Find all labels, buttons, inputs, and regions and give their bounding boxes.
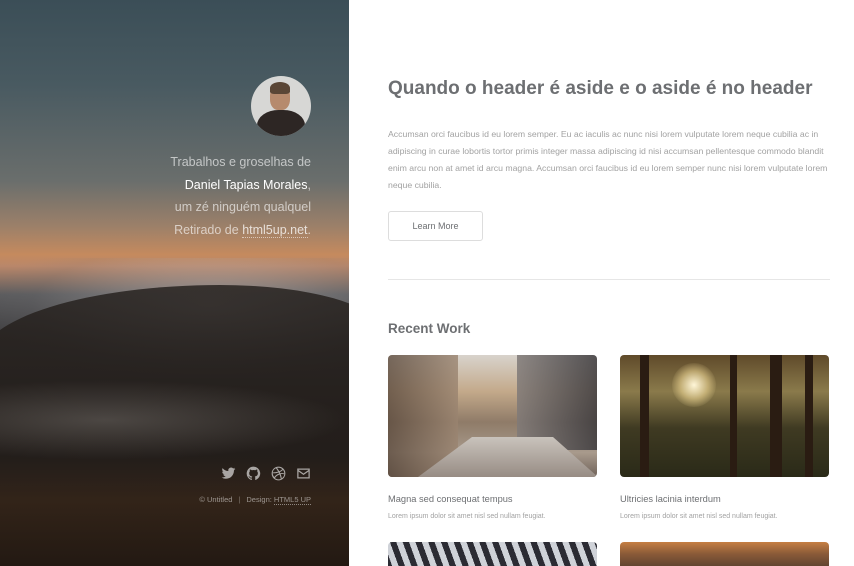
work-thumbnail-warm[interactable] bbox=[620, 542, 829, 566]
twitter-icon[interactable] bbox=[221, 466, 236, 481]
credit-prefix: Design: bbox=[246, 495, 274, 504]
thumb-trunk bbox=[805, 355, 813, 477]
work-thumbnail-city-street[interactable] bbox=[388, 355, 597, 477]
social-icons bbox=[221, 466, 311, 481]
copyright-separator: | bbox=[238, 495, 241, 504]
recent-work-title: Recent Work bbox=[388, 321, 471, 336]
page-title: Quando o header é aside e o aside é no h… bbox=[388, 78, 813, 99]
intro-line-4: Retirado de html5up.net. bbox=[11, 219, 311, 242]
envelope-icon[interactable] bbox=[296, 466, 311, 481]
learn-more-button[interactable]: Learn More bbox=[388, 211, 483, 241]
header-aside: Trabalhos e groselhas de Daniel Tapias M… bbox=[0, 0, 349, 566]
background-fog bbox=[0, 380, 349, 460]
thumb-sun bbox=[672, 363, 716, 407]
thumb-building-right bbox=[517, 355, 597, 450]
thumb-trunk bbox=[640, 355, 649, 477]
copyright: © Untitled | Design: HTML5 UP bbox=[199, 495, 311, 505]
work-description: Lorem ipsum dolor sit amet nisl sed null… bbox=[620, 513, 778, 520]
work-title[interactable]: Magna sed consequat tempus bbox=[388, 494, 513, 504]
work-thumbnail-architecture[interactable] bbox=[388, 542, 597, 566]
thumb-trunk bbox=[730, 355, 737, 477]
avatar-shoulders bbox=[257, 110, 305, 136]
html5up-link[interactable]: html5up.net bbox=[242, 222, 308, 238]
github-icon[interactable] bbox=[246, 466, 261, 481]
intro-line-4-prefix: Retirado de bbox=[174, 222, 243, 237]
intro-text: Trabalhos e groselhas de Daniel Tapias M… bbox=[11, 151, 311, 241]
avatar-hair bbox=[270, 82, 290, 94]
main-content: Quando o header é aside e o aside é no h… bbox=[349, 0, 854, 566]
intro-paragraph: Accumsan orci faucibus id eu lorem sempe… bbox=[388, 129, 828, 190]
work-title[interactable]: Ultricies lacinia interdum bbox=[620, 494, 721, 504]
copyright-text: © Untitled bbox=[199, 495, 233, 504]
work-thumbnail-forest[interactable] bbox=[620, 355, 829, 477]
author-name-suffix: , bbox=[307, 177, 311, 192]
section-divider bbox=[388, 279, 830, 280]
intro-line-2: Daniel Tapias Morales, bbox=[11, 174, 311, 197]
intro-line-3: um zé ninguém qualquel bbox=[174, 200, 311, 214]
html5up-credit-link[interactable]: HTML5 UP bbox=[273, 495, 311, 505]
intro-line-1: Trabalhos e groselhas de bbox=[170, 155, 311, 169]
thumb-trunk bbox=[770, 355, 782, 477]
work-description: Lorem ipsum dolor sit amet nisl sed null… bbox=[388, 513, 546, 520]
intro-line-4-suffix: . bbox=[307, 222, 311, 237]
dribbble-icon[interactable] bbox=[271, 466, 286, 481]
author-name: Daniel Tapias Morales bbox=[184, 177, 308, 192]
avatar[interactable] bbox=[251, 76, 311, 136]
